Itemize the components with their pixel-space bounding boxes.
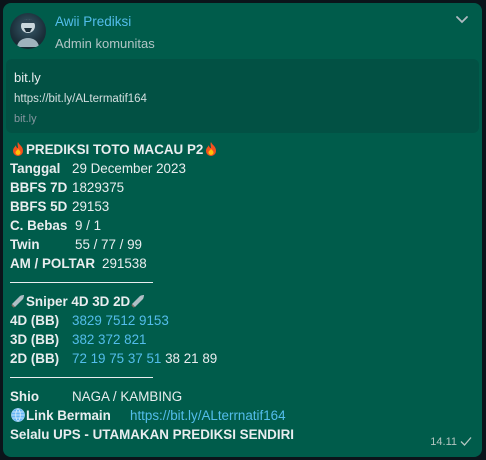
am-line: AM / POLTAR 291538 [10, 254, 475, 273]
fire-icon [206, 142, 217, 156]
bb4-line: 4D (BB) 3829 7512 9153 [10, 311, 475, 330]
shio-value: NAGA / KAMBING [72, 389, 183, 404]
prediction-title: PREDIKSI TOTO MACAU P2 [26, 142, 204, 157]
fire-icon [13, 142, 23, 156]
link-preview-card[interactable]: bit.ly https://bit.ly/ALtermatif164 bit.… [6, 59, 479, 133]
bullet-icon [131, 295, 145, 308]
twin-label: Twin [10, 237, 40, 252]
tanggal-value: 29 December 2023 [72, 161, 186, 176]
bb2-rest-value: 38 21 89 [165, 351, 218, 366]
divider [10, 273, 475, 292]
twin-line: Twin 55 / 77 / 99 [10, 235, 475, 254]
tanggal-line: Tanggal 29 December 2023 [10, 159, 475, 178]
link-preview-title: bit.ly [14, 70, 41, 85]
bbfs5-value: 29153 [72, 199, 110, 214]
message-header: Awii Prediksi Admin komunitas [3, 3, 482, 61]
bullet-icon [11, 295, 24, 308]
link-label: Link Bermain [26, 408, 111, 423]
am-label: AM / POLTAR [10, 256, 96, 271]
shio-line: Shio NAGA / KAMBING [10, 387, 475, 406]
cbebas-line: C. Bebas 9 / 1 [10, 216, 475, 235]
bbfs7-label: BBFS 7D [10, 180, 68, 195]
bb2-label: 2D (BB) [10, 351, 60, 366]
chevron-down-icon[interactable] [454, 11, 470, 27]
am-value: 291538 [102, 256, 147, 271]
divider [10, 368, 475, 387]
bbfs7-line: BBFS 7D 1829375 [10, 178, 475, 197]
cbebas-label: C. Bebas [10, 218, 68, 233]
timestamp-text: 14.11 [430, 436, 457, 448]
link-preview-description: https://bit.ly/ALtermatif164 [14, 93, 147, 105]
bbfs7-value: 1829375 [72, 180, 125, 195]
shio-label: Shio [10, 389, 40, 404]
link-preview-domain: bit.ly [14, 113, 37, 125]
cbebas-value: 9 / 1 [75, 218, 102, 233]
sender-name[interactable]: Awii Prediksi [55, 14, 131, 29]
bb3-label: 3D (BB) [10, 332, 60, 347]
bb2-line: 2D (BB) 72 19 75 37 51 38 21 89 [10, 349, 475, 368]
bbfs5-line: BBFS 5D 29153 [10, 197, 475, 216]
twin-value: 55 / 77 / 99 [75, 237, 143, 252]
bb3-value[interactable]: 382 372 821 [72, 332, 146, 347]
bb3-line: 3D (BB) 382 372 821 [10, 330, 475, 349]
link-line: Link Bermain https://bit.ly/ALterrnatif16… [10, 406, 475, 425]
footer-line: Selalu UPS - UTAMAKAN PREDIKSI SENDIRI [10, 427, 294, 442]
message-timestamp: 14.11 [430, 436, 472, 448]
message-body: PREDIKSI TOTO MACAU P2 Tanggal 29 Decembe… [10, 140, 475, 444]
message-bubble: Awii Prediksi Admin komunitas bit.ly htt… [3, 3, 482, 457]
title-line: PREDIKSI TOTO MACAU P2 [10, 140, 475, 159]
bb2-link-value[interactable]: 72 19 75 37 51 [72, 351, 161, 366]
sniper-line: Sniper 4D 3D 2D [10, 292, 475, 311]
play-link[interactable]: https://bit.ly/ALterrnatif164 [130, 408, 286, 423]
avatar-image [17, 19, 39, 47]
check-icon [460, 437, 472, 446]
avatar[interactable] [10, 13, 46, 49]
bb4-value[interactable]: 3829 7512 9153 [72, 313, 169, 328]
sender-role: Admin komunitas [55, 36, 155, 51]
bbfs5-label: BBFS 5D [10, 199, 68, 214]
sniper-title: Sniper 4D 3D 2D [26, 294, 131, 309]
tanggal-label: Tanggal [10, 161, 61, 176]
globe-icon [11, 408, 25, 422]
bb4-label: 4D (BB) [10, 313, 60, 328]
